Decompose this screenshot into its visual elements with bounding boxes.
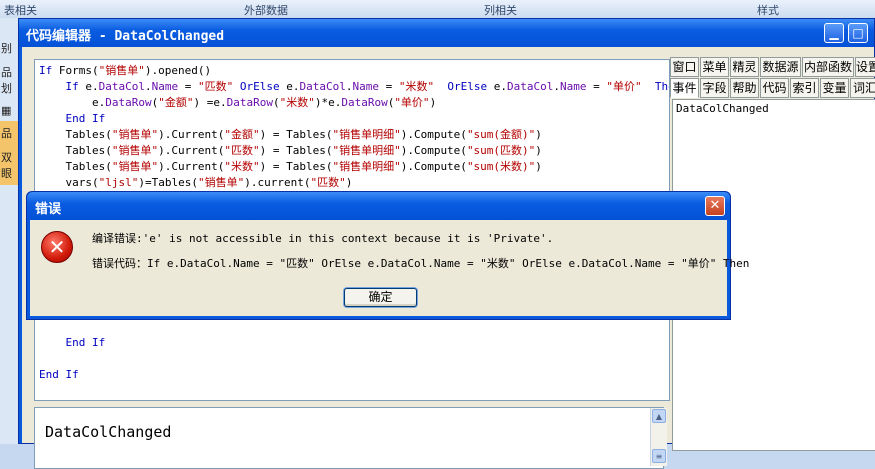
output-scrollbar[interactable]: ▲ ≡: [650, 408, 667, 466]
tab-events[interactable]: 事件: [670, 78, 699, 98]
tab-fields[interactable]: 字段: [700, 78, 729, 98]
tab-row-1: 窗口 菜单 精灵 数据源 内部函数 设置: [670, 57, 875, 78]
tab-code[interactable]: 代码: [760, 78, 789, 98]
tab-row-2: 事件 字段 帮助 代码 索引 变量 词汇: [670, 78, 875, 99]
tab-index[interactable]: 索引: [790, 78, 819, 98]
tab-vocabulary[interactable]: 词汇: [850, 78, 875, 98]
bg-side-grid-icon: ▦: [1, 104, 12, 117]
tab-builtin-functions[interactable]: 内部函数: [802, 57, 854, 77]
dialog-body: ✕ 编译错误:'e' is not accessible in this con…: [30, 220, 749, 316]
bg-side-2: 品划: [1, 66, 12, 95]
dialog-title: 错误: [35, 202, 62, 217]
minimize-icon[interactable]: ▁: [824, 23, 844, 43]
bg-side-1: 别: [1, 42, 12, 55]
error-message: 编译错误:'e' is not accessible in this conte…: [92, 232, 554, 245]
tab-menu[interactable]: 菜单: [700, 57, 729, 77]
tab-help[interactable]: 帮助: [730, 78, 759, 98]
ok-button[interactable]: 确定: [344, 288, 417, 307]
background-toolbar: 表相关 外部数据 列相关 样式: [0, 0, 875, 19]
error-icon: ✕: [41, 231, 73, 263]
bg-label-2: 外部数据: [244, 4, 288, 17]
error-code-line: 错误代码：If e.DataCol.Name = "匹数" OrElse e.D…: [92, 257, 750, 270]
dialog-titlebar[interactable]: 错误 ✕: [27, 192, 730, 220]
tab-datasource[interactable]: 数据源: [760, 57, 801, 77]
bg-side-4[interactable]: 品: [0, 121, 20, 145]
editor-titlebar[interactable]: 代码编辑器 - DataColChanged ▁ □: [19, 19, 874, 47]
tab-window[interactable]: 窗口: [670, 57, 699, 77]
side-tabs: 窗口 菜单 精灵 数据源 内部函数 设置 事件 字段 帮助 代码 索引 变量 词…: [670, 57, 875, 99]
bg-label-1: 表相关: [4, 4, 37, 17]
bg-side-5[interactable]: 双眼: [0, 145, 20, 185]
maximize-icon[interactable]: □: [848, 23, 868, 43]
scroll-thumb[interactable]: ≡: [652, 449, 666, 463]
tab-wizard[interactable]: 精灵: [730, 57, 759, 77]
output-area[interactable]: DataColChanged: [34, 407, 664, 469]
bg-label-4: 样式: [757, 4, 779, 17]
close-icon[interactable]: ✕: [705, 196, 725, 216]
scroll-up-icon[interactable]: ▲: [652, 409, 666, 423]
tab-settings[interactable]: 设置: [855, 57, 875, 77]
output-text: DataColChanged: [45, 423, 172, 441]
error-dialog: 错误 ✕ ✕ 编译错误:'e' is not accessible in thi…: [26, 191, 749, 320]
event-list-item[interactable]: DataColChanged: [673, 100, 875, 117]
editor-title: 代码编辑器 - DataColChanged: [26, 29, 225, 44]
bg-label-3: 列相关: [484, 4, 517, 17]
tab-variables[interactable]: 变量: [820, 78, 849, 98]
